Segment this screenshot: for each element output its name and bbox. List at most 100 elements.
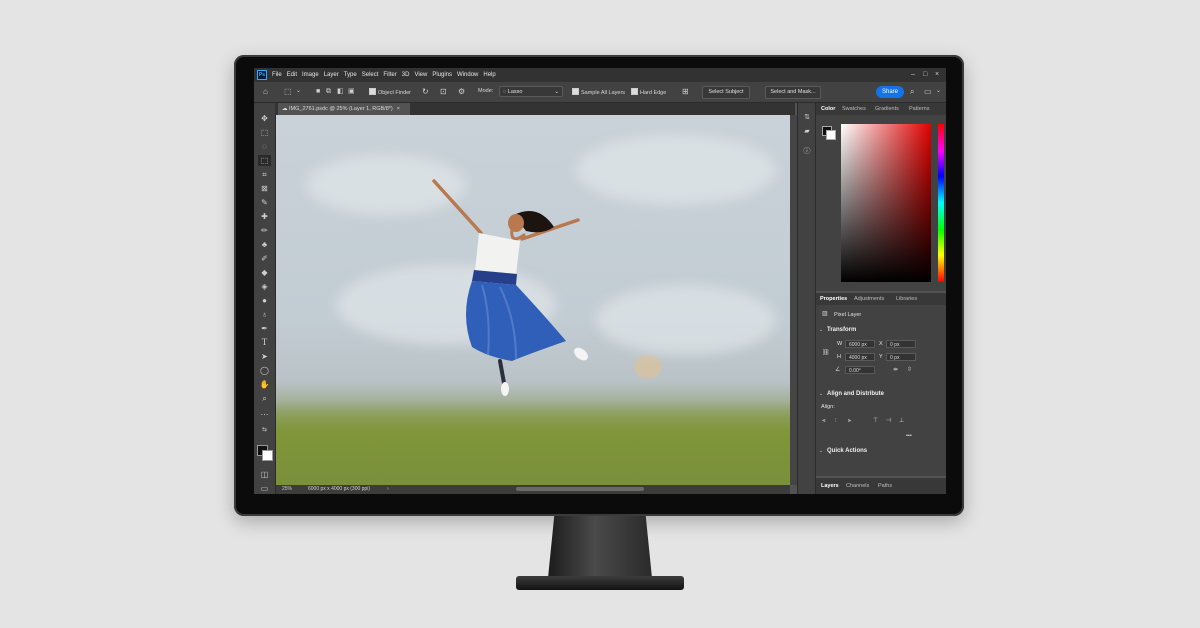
crop-icon[interactable]: ⌗ bbox=[258, 169, 271, 180]
link-icon[interactable]: ⛓ bbox=[822, 349, 830, 357]
clone-stamp-icon[interactable]: ♣ bbox=[258, 239, 271, 250]
chevron-down-icon[interactable]: ⌄ bbox=[819, 390, 823, 398]
pen-icon[interactable]: ✒ bbox=[258, 323, 271, 334]
refresh-icon[interactable]: ↻ bbox=[422, 87, 429, 96]
hand-icon[interactable]: ✋ bbox=[258, 379, 271, 390]
object-selection-tool-icon[interactable]: ⬚ bbox=[284, 87, 292, 96]
dodge-icon[interactable]: ♁ bbox=[258, 309, 271, 320]
y-field[interactable]: 0 px bbox=[886, 353, 916, 361]
screen-mode-icon[interactable]: ▭ bbox=[258, 483, 271, 494]
search-icon[interactable]: ⌕ bbox=[910, 87, 914, 96]
ellipse-icon[interactable]: ◯ bbox=[258, 365, 271, 376]
x-field[interactable]: 0 px bbox=[886, 340, 916, 348]
color-field[interactable] bbox=[841, 124, 931, 282]
intersect-selection-icon[interactable]: ▣ bbox=[348, 87, 355, 96]
more-options-icon[interactable]: ••• bbox=[906, 433, 912, 439]
home-icon[interactable]: ⌂ bbox=[263, 87, 268, 96]
healing-brush-icon[interactable]: ✚ bbox=[258, 211, 271, 222]
share-button[interactable]: Share bbox=[876, 86, 904, 98]
tab-color[interactable]: Color bbox=[821, 103, 835, 115]
more-tools-icon[interactable]: ⋯ bbox=[258, 409, 271, 420]
menu-plugins[interactable]: Plugins bbox=[432, 72, 452, 78]
align-bottom-icon[interactable]: ⊥ bbox=[899, 417, 904, 425]
vertical-scrollbar[interactable] bbox=[790, 115, 797, 485]
pressure-icon[interactable]: ⊞ bbox=[682, 87, 689, 96]
mode-select[interactable]: ◌ Lasso ⌄ bbox=[499, 86, 563, 97]
minimize-icon[interactable]: – bbox=[911, 70, 915, 79]
chevron-down-icon[interactable]: ⌄ bbox=[296, 87, 301, 96]
menu-select[interactable]: Select bbox=[362, 72, 379, 78]
menu-window[interactable]: Window bbox=[457, 72, 478, 78]
align-right-icon[interactable]: ⫸ bbox=[848, 417, 851, 425]
background-swatch[interactable] bbox=[826, 130, 836, 140]
horizontal-scrollbar[interactable] bbox=[516, 487, 644, 491]
subtract-selection-icon[interactable]: ◧ bbox=[337, 87, 344, 96]
menu-help[interactable]: Help bbox=[483, 72, 495, 78]
tab-properties[interactable]: Properties bbox=[820, 293, 847, 305]
frame-icon[interactable]: ⊠ bbox=[258, 183, 271, 194]
object-selection-icon[interactable]: ⬚ bbox=[258, 155, 271, 166]
tab-swatches[interactable]: Swatches bbox=[842, 103, 866, 115]
select-subject-button[interactable]: Select Subject bbox=[702, 86, 750, 99]
align-top-icon[interactable]: ⊤ bbox=[873, 417, 878, 425]
select-and-mask-button[interactable]: Select and Mask... bbox=[765, 86, 821, 99]
tab-adjustments[interactable]: Adjustments bbox=[854, 293, 884, 305]
history-brush-icon[interactable]: ✐ bbox=[258, 253, 271, 264]
type-icon[interactable]: T bbox=[258, 337, 271, 348]
lasso-icon[interactable]: ◌ bbox=[258, 141, 271, 152]
eyedropper-icon[interactable]: ✎ bbox=[258, 197, 271, 208]
height-field[interactable]: 4000 px bbox=[845, 353, 875, 361]
tab-channels[interactable]: Channels bbox=[846, 478, 869, 494]
quick-mask-icon[interactable]: ◫ bbox=[258, 469, 271, 480]
menu-layer[interactable]: Layer bbox=[324, 72, 339, 78]
menu-image[interactable]: Image bbox=[302, 72, 319, 78]
chevron-right-icon[interactable]: › bbox=[387, 485, 389, 494]
chevron-down-icon[interactable]: ⌄ bbox=[819, 326, 823, 334]
maximize-icon[interactable]: □ bbox=[923, 70, 927, 79]
brush-icon[interactable]: ✏ bbox=[258, 225, 271, 236]
new-selection-icon[interactable]: ■ bbox=[316, 87, 320, 96]
eraser-icon[interactable]: ◆ bbox=[258, 267, 271, 278]
menu-filter[interactable]: Filter bbox=[383, 72, 396, 78]
menu-edit[interactable]: Edit bbox=[287, 72, 297, 78]
workspace-icon[interactable]: ▭ bbox=[924, 87, 932, 96]
close-tab-icon[interactable]: × bbox=[397, 106, 400, 112]
width-field[interactable]: 6000 px bbox=[845, 340, 875, 348]
move-icon[interactable]: ✥ bbox=[258, 113, 271, 124]
add-selection-icon[interactable]: ⧉ bbox=[326, 87, 331, 96]
align-left-icon[interactable]: ⫷ bbox=[822, 417, 825, 425]
document-canvas[interactable] bbox=[276, 115, 790, 485]
tab-layers[interactable]: Layers bbox=[821, 478, 839, 494]
show-all-objects-icon[interactable]: ⊡ bbox=[440, 87, 447, 96]
comments-panel-icon[interactable]: ▰ bbox=[802, 127, 812, 137]
menu-file[interactable]: File bbox=[272, 72, 282, 78]
gear-icon[interactable]: ⚙ bbox=[458, 87, 465, 96]
history-panel-icon[interactable]: ⇅ bbox=[802, 113, 812, 123]
chevron-down-icon[interactable]: ⌄ bbox=[936, 87, 941, 96]
path-selection-icon[interactable]: ➤ bbox=[258, 351, 271, 362]
document-tab[interactable]: ☁ IMG_2761.psdc @ 25% (Layer 1, RGB/8*) × bbox=[278, 103, 410, 115]
paint-bucket-icon[interactable]: ◈ bbox=[258, 281, 271, 292]
close-icon[interactable]: × bbox=[935, 70, 939, 79]
background-color-swatch[interactable] bbox=[262, 450, 273, 461]
chevron-down-icon[interactable]: ⌄ bbox=[819, 447, 823, 455]
menu-type[interactable]: Type bbox=[344, 72, 357, 78]
swap-colors-icon[interactable]: ⇆ bbox=[258, 425, 271, 436]
flip-vertical-icon[interactable]: ⇳ bbox=[907, 366, 912, 374]
align-middle-vertical-icon[interactable]: ⊣ bbox=[886, 417, 891, 425]
hard-edge-checkbox[interactable]: Hard Edge bbox=[631, 88, 666, 96]
zoom-icon[interactable]: ⌕ bbox=[258, 393, 271, 404]
blur-icon[interactable]: ● bbox=[258, 295, 271, 306]
tab-paths[interactable]: Paths bbox=[878, 478, 892, 494]
sample-all-layers-checkbox[interactable]: Sample All Layers bbox=[572, 88, 625, 96]
flip-horizontal-icon[interactable]: ⇹ bbox=[893, 366, 898, 374]
object-finder-checkbox[interactable]: Object Finder bbox=[369, 88, 411, 96]
tab-patterns[interactable]: Patterns bbox=[909, 103, 929, 115]
menu-3d[interactable]: 3D bbox=[402, 72, 410, 78]
zoom-level[interactable]: 25% bbox=[282, 485, 292, 494]
hue-slider[interactable] bbox=[938, 124, 944, 282]
align-center-horizontal-icon[interactable]: ⫶ bbox=[835, 417, 837, 425]
info-panel-icon[interactable]: ⓘ bbox=[802, 147, 812, 157]
tab-libraries[interactable]: Libraries bbox=[896, 293, 917, 305]
marquee-icon[interactable]: ⬚ bbox=[258, 127, 271, 138]
